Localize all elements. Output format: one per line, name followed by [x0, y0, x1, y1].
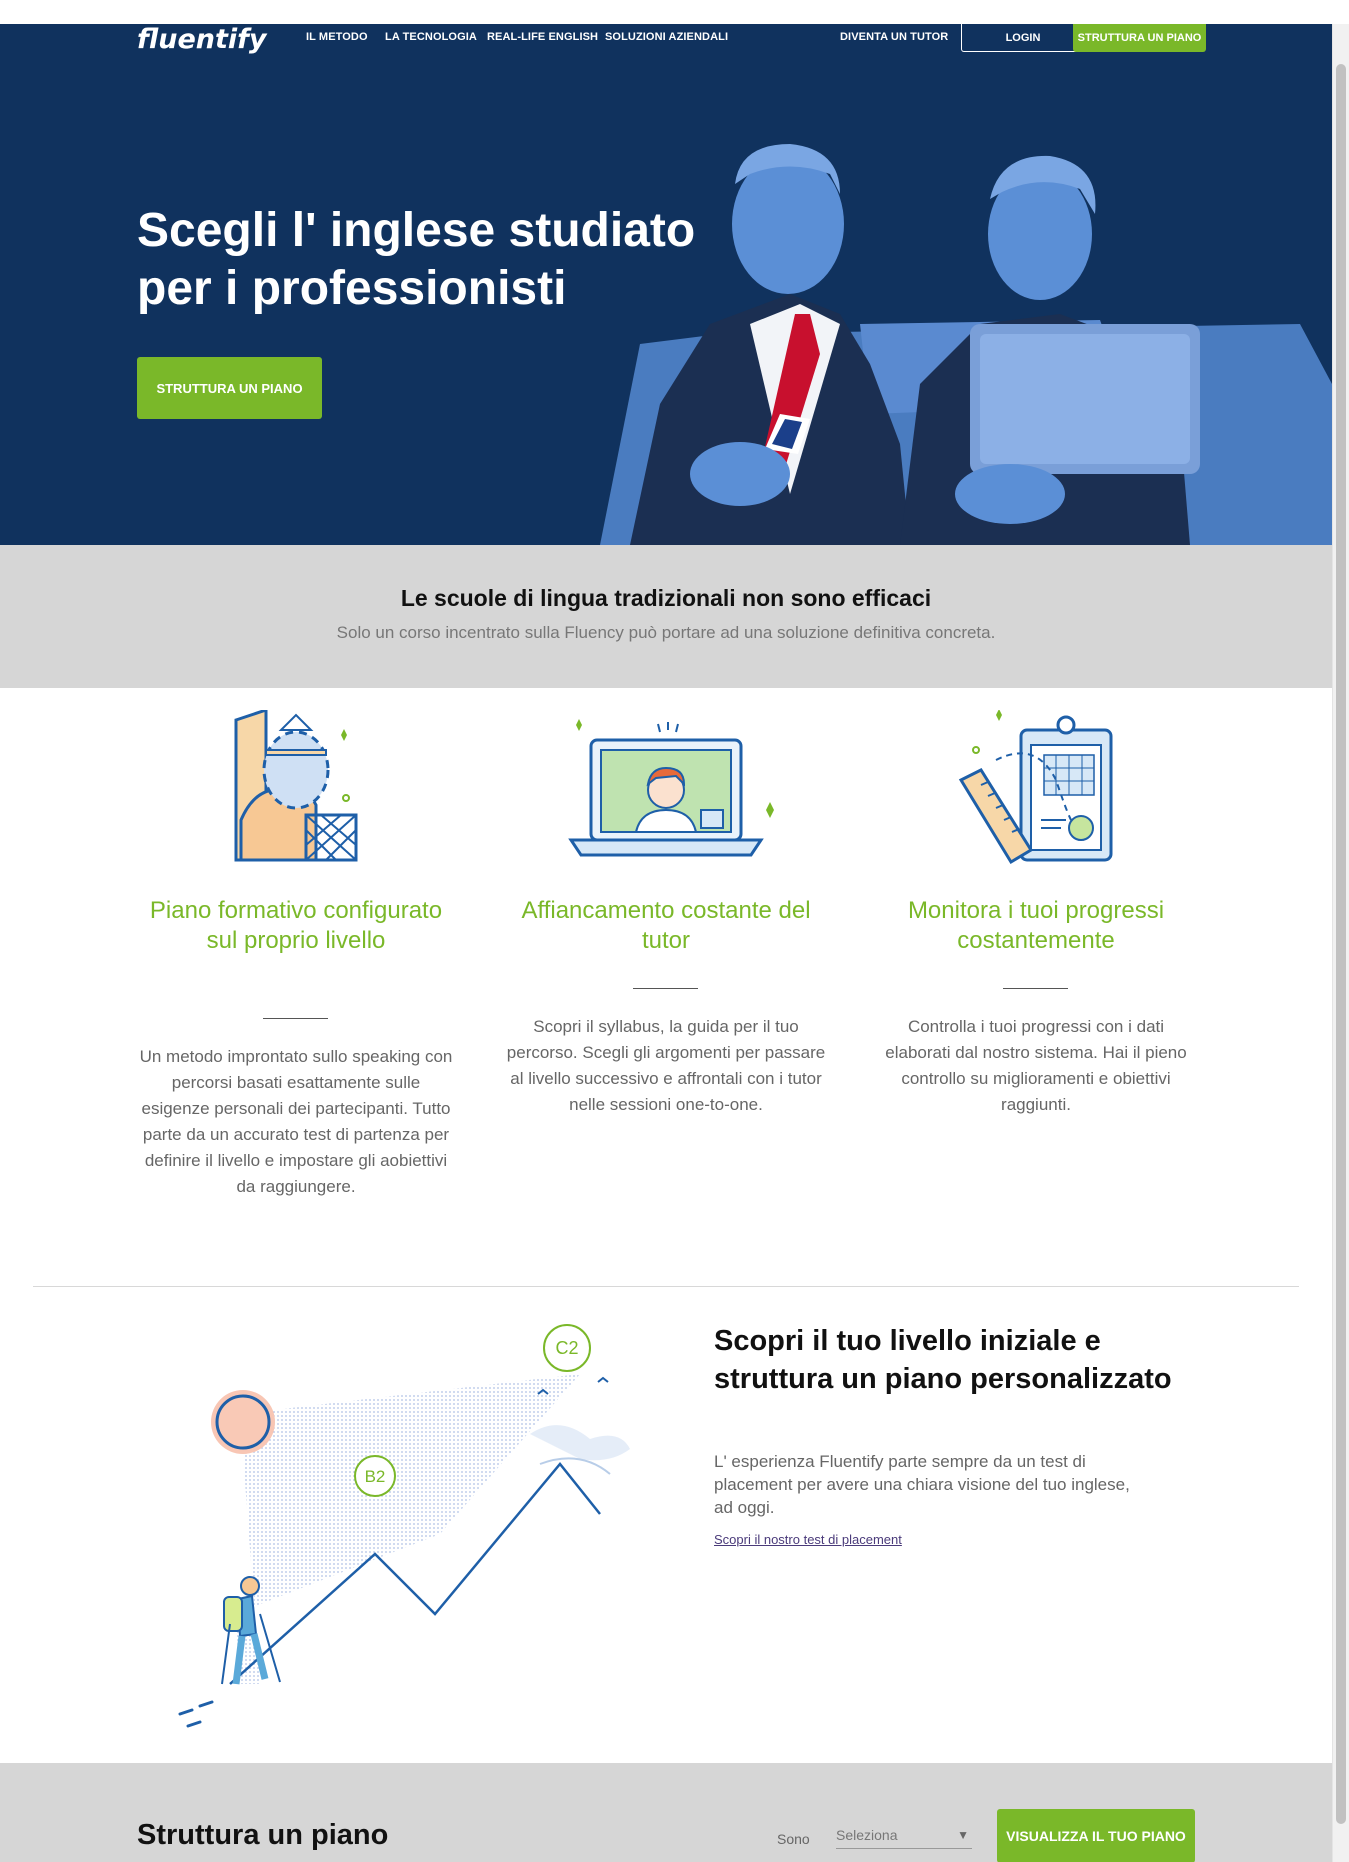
feature-divider — [263, 1018, 328, 1019]
nav-link-diventa-un-tutor[interactable]: DIVENTA UN TUTOR — [840, 31, 948, 43]
page: fluentify IL METODO LA TECNOLOGIA REAL-L… — [0, 24, 1332, 1862]
chevron-down-icon: ▼ — [957, 1828, 969, 1842]
feature-text: Un metodo improntato sullo speaking con … — [139, 1047, 453, 1196]
person-profile-icon — [234, 710, 358, 862]
level-c2-label: C2 — [555, 1338, 578, 1358]
hero-title-line2: per i professionisti — [137, 262, 567, 315]
top-navigation: fluentify IL METODO LA TECNOLOGIA REAL-L… — [0, 24, 1332, 74]
level-b2-label: B2 — [365, 1467, 386, 1486]
clipboard-chart-icon — [958, 710, 1113, 865]
plan-title: Struttura un piano — [137, 1819, 389, 1851]
plan-select-value: Seleziona — [836, 1827, 898, 1843]
visualizza-piano-button[interactable]: VISUALIZZA IL TUO PIANO — [997, 1809, 1195, 1862]
placement-text: L' esperienza Fluentify parte sempre da … — [714, 1452, 1130, 1517]
fluentify-logo[interactable]: fluentify — [137, 24, 267, 55]
plan-section: Struttura un piano Sono Seleziona ▼ VISU… — [0, 1763, 1332, 1862]
login-button[interactable]: LOGIN — [961, 24, 1085, 52]
nav-link-il-metodo[interactable]: IL METODO — [306, 31, 368, 43]
scrollbar-thumb[interactable] — [1336, 64, 1346, 1824]
placement-test-link[interactable]: Scopri il nostro test di placement — [714, 1532, 902, 1547]
hero-section: fluentify IL METODO LA TECNOLOGIA REAL-L… — [0, 24, 1332, 545]
section-divider — [33, 1286, 1299, 1287]
nav-struttura-un-piano-button[interactable]: STRUTTURA UN PIANO — [1073, 24, 1206, 52]
plan-role-select[interactable]: Seleziona ▼ — [836, 1827, 972, 1849]
mountain-climber-illustration: B2 C2 — [178, 1324, 630, 1728]
feature-title: Monitora i tuoi progressi costantemente — [907, 897, 1165, 954]
nav-link-soluzioni-aziendali[interactable]: SOLUZIONI AZIENDALI — [605, 31, 728, 43]
features-section: Piano formativo configurato sul proprio … — [0, 688, 1332, 1288]
hero-struttura-un-piano-button[interactable]: STRUTTURA UN PIANO — [137, 357, 322, 419]
feature-text: Controlla i tuoi progressi con i dati el… — [885, 1017, 1187, 1114]
hero-title: Scegli l' inglese studiato per i profess… — [137, 202, 737, 318]
nav-link-la-tecnologia[interactable]: LA TECNOLOGIA — [385, 31, 477, 43]
feature-title: Affiancamento costante del tutor — [521, 897, 811, 954]
feature-divider — [633, 988, 698, 989]
logo-text: fluentify — [137, 24, 267, 55]
laptop-video-call-icon — [568, 719, 774, 857]
plan-sono-label: Sono — [777, 1831, 810, 1847]
nav-link-real-life-english[interactable]: REAL-LIFE ENGLISH — [487, 31, 598, 43]
feature-title: Piano formativo configurato sul proprio … — [149, 897, 443, 954]
intro-band: Le scuole di lingua tradizionali non son… — [0, 545, 1332, 688]
feature-divider — [1003, 988, 1068, 989]
placement-title: Scopri il tuo livello iniziale e struttu… — [714, 1325, 1172, 1395]
browser-top-strip — [0, 0, 1349, 24]
vertical-scrollbar[interactable] — [1332, 24, 1349, 1862]
feature-text: Scopri il syllabus, la guida per il tuo … — [506, 1017, 826, 1114]
intro-band-title: Le scuole di lingua tradizionali non son… — [400, 585, 932, 611]
intro-band-subtitle: Solo un corso incentrato sulla Fluency p… — [336, 623, 996, 642]
hero-title-line1: Scegli l' inglese studiato — [137, 204, 696, 257]
